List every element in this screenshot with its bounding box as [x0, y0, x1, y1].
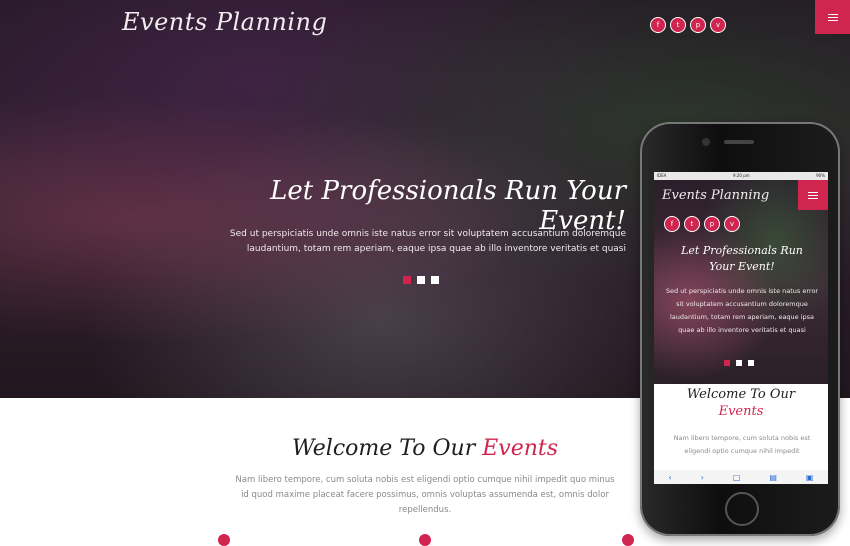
status-battery: 90%	[816, 173, 825, 178]
status-carrier: IDEA	[657, 173, 667, 178]
phone-screen: IDEA 9:20 pm 90% Events Planning f t p v…	[654, 172, 828, 484]
mobile-welcome-text: Welcome To Our	[686, 387, 796, 402]
mobile-headline: Let Professionals Run Your Event!	[681, 244, 803, 273]
menu-bar-icon	[808, 194, 818, 196]
browser-toolbar: ‹ › □ ▤ ▣	[654, 470, 828, 484]
hero-text: Sed ut perspiciatis unde omnis iste natu…	[229, 229, 626, 254]
feature-icon	[622, 534, 634, 546]
menu-bar-icon	[827, 13, 838, 15]
phone-speaker	[724, 140, 754, 144]
site-logo[interactable]: Events Planning	[122, 8, 327, 36]
dribbble-icon[interactable]: p	[704, 216, 720, 232]
mobile-slider-dot-2[interactable]	[736, 360, 742, 366]
status-time: 9:20 pm	[732, 173, 750, 178]
mobile-slider-dot-1[interactable]	[724, 360, 730, 366]
mobile-welcome-title: Welcome To Our Events	[654, 386, 828, 420]
mobile-logo[interactable]: Events Planning	[662, 188, 769, 203]
welcome-title-accent: Events	[482, 436, 559, 461]
menu-bar-icon	[827, 16, 838, 18]
mobile-hero-text: Sed ut perspiciatis unde omnis iste natu…	[665, 287, 819, 334]
menu-bar-icon	[808, 197, 818, 199]
vimeo-icon[interactable]: v	[710, 17, 726, 33]
slider-dot-1[interactable]	[403, 276, 411, 284]
facebook-icon[interactable]: f	[650, 17, 666, 33]
phone-mockup: IDEA 9:20 pm 90% Events Planning f t p v…	[640, 122, 840, 536]
share-icon[interactable]: □	[733, 473, 741, 482]
feature-icon	[218, 534, 230, 546]
tabs-icon[interactable]: ▣	[806, 473, 814, 482]
mobile-welcome-body: Nam libero tempore, cum soluta nobis est…	[673, 434, 811, 455]
mobile-welcome-accent: Events	[718, 404, 764, 419]
facebook-icon[interactable]: f	[664, 216, 680, 232]
welcome-title-text: Welcome To Our	[291, 436, 476, 461]
vimeo-icon[interactable]: v	[724, 216, 740, 232]
slider-dot-3[interactable]	[431, 276, 439, 284]
mobile-hero: Events Planning f t p v Let Professional…	[654, 180, 828, 384]
mobile-social-links: f t p v	[664, 216, 740, 232]
mobile-slider-dots	[724, 360, 754, 366]
menu-bar-icon	[808, 191, 818, 193]
mobile-menu-button[interactable]	[798, 180, 828, 210]
welcome-text: Nam libero tempore, cum soluta nobis est…	[235, 475, 615, 515]
twitter-icon[interactable]: t	[670, 17, 686, 33]
phone-camera-icon	[702, 138, 710, 146]
feature-icon	[419, 534, 431, 546]
phone-status-bar: IDEA 9:20 pm 90%	[654, 172, 828, 180]
menu-bar-icon	[827, 19, 838, 21]
menu-button[interactable]	[815, 0, 850, 34]
back-icon[interactable]: ‹	[668, 473, 671, 482]
mobile-slider-dot-3[interactable]	[748, 360, 754, 366]
dribbble-icon[interactable]: p	[690, 17, 706, 33]
slider-dot-2[interactable]	[417, 276, 425, 284]
forward-icon[interactable]: ›	[701, 473, 704, 482]
social-links: f t p v	[650, 17, 726, 33]
twitter-icon[interactable]: t	[684, 216, 700, 232]
phone-home-button	[725, 492, 759, 526]
bookmarks-icon[interactable]: ▤	[769, 473, 777, 482]
slider-dots	[403, 276, 439, 284]
